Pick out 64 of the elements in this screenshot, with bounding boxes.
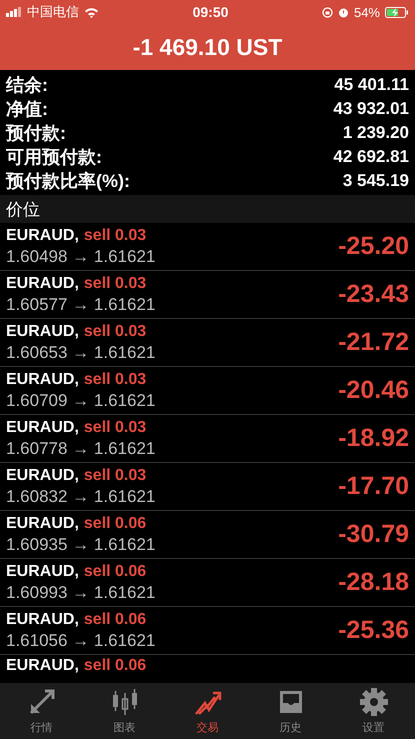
order-side: sell 0.06 (84, 610, 146, 628)
lock-rotation-icon (322, 6, 333, 18)
price-change: 1.60935 → 1.61621 (6, 534, 156, 554)
summary-label: 结余: (6, 74, 48, 97)
symbol-label: EURAUD, (6, 610, 79, 628)
profit-value: -23.43 (338, 280, 409, 309)
tab-button[interactable]: 图表 (102, 685, 148, 737)
summary-label: 预付款: (6, 122, 66, 145)
profit-value: -17.70 (338, 472, 409, 501)
symbol-label: EURAUD, (6, 466, 79, 484)
profit-value: -21.72 (338, 328, 409, 357)
order-side: sell 0.03 (84, 226, 146, 244)
symbol-label: EURAUD, (6, 562, 79, 580)
order-side: sell 0.03 (84, 322, 146, 340)
symbol-label: EURAUD, (6, 274, 79, 292)
price-change: 1.60778 → 1.61621 (6, 438, 156, 458)
section-title: 价位 (6, 198, 40, 220)
symbol-label: EURAUD, (6, 322, 79, 340)
summary-value: 1 239.20 (342, 123, 409, 143)
symbol-label: EURAUD, (6, 226, 79, 244)
summary-value: 42 692.81 (333, 147, 409, 167)
profit-value: -28.18 (338, 568, 409, 597)
tab-button[interactable]: 行情 (18, 685, 64, 737)
summary-value: 3 545.19 (342, 171, 409, 191)
order-side: sell 0.06 (84, 562, 146, 580)
order-side: sell 0.06 (84, 514, 146, 532)
price-change: 1.60577 → 1.61621 (6, 294, 156, 314)
wifi-icon (84, 6, 99, 18)
price-change: 1.61056 → 1.61621 (6, 630, 156, 650)
tab-button[interactable]: 设置 (350, 685, 396, 737)
order-side: sell 0.06 (84, 657, 146, 675)
price-change: 1.60709 → 1.61621 (6, 390, 156, 410)
order-side: sell 0.03 (84, 370, 146, 388)
carrier-name: 中国电信 (27, 3, 79, 21)
symbol-label: EURAUD, (6, 514, 79, 532)
summary-label: 净值: (6, 98, 48, 121)
profit-value: -20.46 (338, 376, 409, 405)
tab-button[interactable]: 交易 (184, 685, 230, 737)
battery-icon (385, 6, 409, 18)
price-change: 1.60832 → 1.61621 (6, 486, 156, 506)
profit-value: -18.92 (338, 424, 409, 453)
summary-value: 43 932.01 (333, 99, 409, 119)
order-side: sell 0.03 (84, 418, 146, 436)
balance-title: -1 469.10 UST (132, 34, 282, 60)
profit-value: -30.79 (338, 520, 409, 549)
symbol-label: EURAUD, (6, 418, 79, 436)
price-change: 1.60993 → 1.61621 (6, 582, 156, 602)
price-change: 1.60653 → 1.61621 (6, 342, 156, 362)
clock-time: 09:50 (192, 4, 228, 20)
symbol-label: EURAUD, (6, 657, 79, 675)
battery-percent: 54% (354, 4, 380, 20)
tab-button[interactable]: 历史 (268, 685, 314, 737)
symbol-label: EURAUD, (6, 370, 79, 388)
summary-label: 预付款比率(%): (6, 170, 130, 193)
summary-value: 45 401.11 (334, 75, 409, 95)
order-side: sell 0.03 (84, 466, 146, 484)
alarm-icon (338, 6, 349, 18)
profit-value: -25.36 (338, 616, 409, 645)
summary-label: 可用预付款: (6, 146, 102, 169)
signal-icon (6, 7, 22, 17)
order-side: sell 0.03 (84, 274, 146, 292)
price-change: 1.60498 → 1.61621 (6, 246, 156, 266)
profit-value: -25.20 (338, 232, 409, 261)
settings-icon (358, 687, 388, 717)
